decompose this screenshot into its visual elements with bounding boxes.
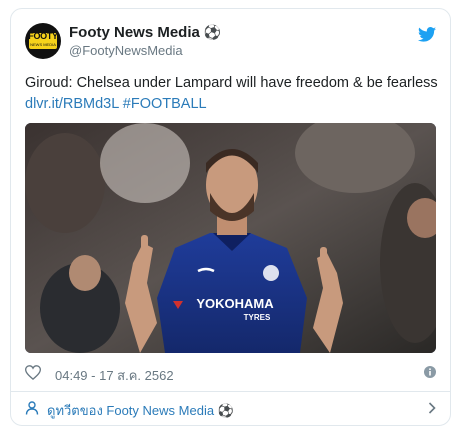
view-more-label: ดูทวีตของ Footy News Media ⚽ (47, 400, 234, 421)
avatar[interactable]: FOOTY NEWS MEDIA (25, 23, 61, 59)
view-more-text: ดูทวีตของ Footy News Media (47, 403, 215, 418)
tweet-header: FOOTY NEWS MEDIA Footy News Media ⚽ @Foot… (25, 23, 436, 63)
tweet-footer: 04:49 - 17 ส.ค. 2562 (25, 363, 436, 383)
twitter-bird-icon[interactable] (418, 27, 436, 42)
author-display-name[interactable]: Footy News Media (69, 24, 200, 41)
tweet-link[interactable]: dlvr.it/RBMd3L (25, 96, 119, 112)
shirt-sponsor-text: YOKOHAMA (196, 296, 274, 311)
author-name-row[interactable]: Footy News Media ⚽ (69, 23, 221, 42)
author-block: Footy News Media ⚽ @FootyNewsMedia (69, 23, 221, 60)
tweet-links-row: dlvr.it/RBMd3L #FOOTBALL (25, 94, 445, 115)
photo-illustration: YOKOHAMA TYRES (25, 123, 436, 353)
soccer-ball-icon: ⚽ (217, 403, 234, 418)
tweet-image[interactable]: YOKOHAMA TYRES (25, 123, 436, 353)
tweet-timestamp[interactable]: 04:49 - 17 ส.ค. 2562 (55, 365, 174, 386)
chevron-right-icon (428, 402, 436, 414)
view-more-tweets-link[interactable]: ดูทวีตของ Footy News Media ⚽ (25, 397, 436, 421)
info-icon[interactable] (424, 366, 436, 378)
author-handle[interactable]: @FootyNewsMedia (69, 42, 221, 60)
tweet-hashtag[interactable]: #FOOTBALL (123, 96, 207, 112)
tweet-card: FOOTY NEWS MEDIA Footy News Media ⚽ @Foot… (10, 8, 451, 426)
avatar-logo-subtext: NEWS MEDIA (30, 42, 56, 47)
footer-divider (11, 391, 450, 392)
avatar-logo-text: FOOTY (28, 31, 58, 41)
tweet-text: Giroud: Chelsea under Lampard will have … (25, 75, 438, 91)
heart-icon[interactable] (25, 365, 41, 380)
shirt-sponsor-subtext: TYRES (244, 313, 271, 322)
tweet-body: Giroud: Chelsea under Lampard will have … (25, 73, 445, 115)
person-icon (25, 401, 39, 415)
soccer-ball-icon: ⚽ (203, 24, 222, 40)
